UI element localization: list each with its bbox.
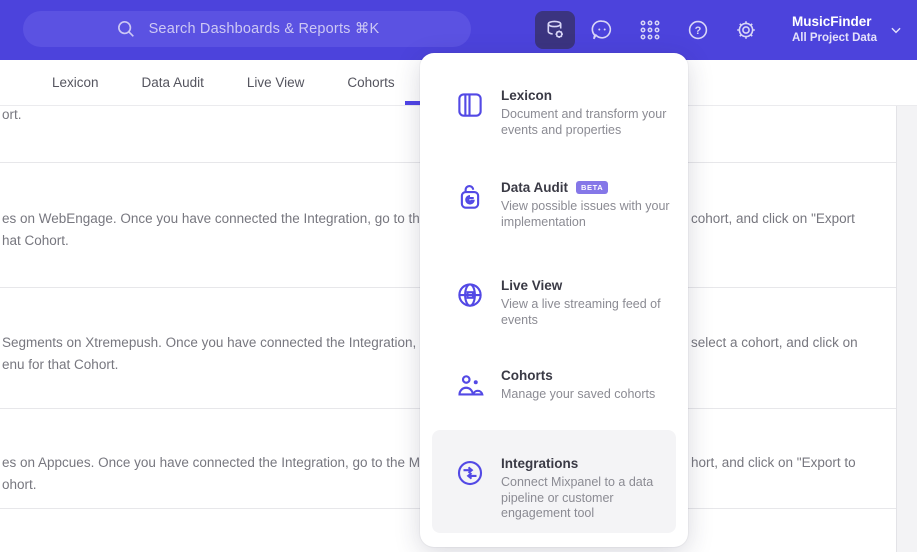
book-icon (455, 90, 485, 120)
nav-dropdown-menu: Lexicon Document and transform your even… (420, 53, 688, 547)
apps-grid-button[interactable] (630, 11, 670, 49)
beta-badge: BETA (576, 181, 609, 194)
tab-data-audit[interactable]: Data Audit (142, 75, 204, 90)
gear-icon (734, 18, 758, 42)
project-subtitle: All Project Data (792, 32, 877, 45)
background-text: Segments on Xtremepush. Once you have co… (2, 335, 417, 350)
menu-item-title: Integrations (501, 456, 579, 471)
tab-live-view[interactable]: Live View (247, 75, 305, 90)
menu-item-cohorts[interactable]: Cohorts Manage your saved cohorts (455, 368, 673, 403)
background-text: select a cohort, and click on (691, 335, 858, 350)
menu-item-title: Live View (501, 278, 563, 293)
menu-item-desc: Manage your saved cohorts (501, 387, 656, 401)
feedback-button[interactable] (582, 11, 622, 49)
globe-icon (455, 280, 485, 310)
menu-item-desc: Document and transform your events and p… (501, 107, 667, 137)
search-placeholder: Search Dashboards & Reports ⌘K (148, 21, 380, 37)
menu-item-title: Cohorts (501, 368, 553, 383)
users-icon (455, 370, 485, 400)
help-button[interactable]: ? (678, 11, 718, 49)
database-gear-icon (543, 18, 567, 42)
background-text: es on Appcues. Once you have connected t… (2, 455, 420, 470)
menu-item-integrations[interactable]: Integrations Connect Mixpanel to a data … (432, 430, 676, 533)
background-text: es on WebEngage. Once you have connected… (2, 211, 420, 226)
background-text: cohort, and click on "Export (691, 211, 855, 226)
search-input[interactable]: Search Dashboards & Reports ⌘K (23, 11, 471, 47)
menu-item-live-view[interactable]: Live View View a live streaming feed of … (455, 278, 673, 328)
tab-lexicon[interactable]: Lexicon (52, 75, 99, 90)
active-tab-underline (405, 101, 420, 105)
menu-item-data-audit[interactable]: Data Audit BETA View possible issues wit… (455, 180, 673, 230)
svg-text:?: ? (695, 25, 702, 37)
settings-button[interactable] (726, 11, 766, 49)
top-nav: Search Dashboards & Reports ⌘K ? MusicFi… (0, 0, 917, 60)
background-text: ort. (2, 107, 22, 122)
background-text: enu for that Cohort. (2, 357, 119, 372)
chevron-down-icon (889, 23, 903, 37)
menu-item-desc: Connect Mixpanel to a data pipeline or c… (501, 475, 654, 520)
question-mark-icon: ? (686, 18, 710, 42)
scrollbar-track[interactable] (896, 106, 917, 552)
grid-dots-icon (638, 18, 662, 42)
menu-item-desc: View possible issues with your implement… (501, 199, 670, 229)
project-name: MusicFinder (792, 14, 872, 30)
background-text: hort, and click on "Export to (691, 455, 856, 470)
sync-icon (455, 458, 485, 488)
chat-smiley-icon (590, 18, 614, 42)
data-management-button[interactable] (535, 11, 575, 49)
background-text: hat Cohort. (2, 233, 69, 248)
menu-item-title: Data Audit (501, 180, 568, 195)
menu-item-lexicon[interactable]: Lexicon Document and transform your even… (455, 88, 673, 138)
search-icon (115, 18, 137, 40)
menu-item-title: Lexicon (501, 88, 553, 103)
background-text: ohort. (2, 477, 37, 492)
project-selector[interactable]: MusicFinder All Project Data (782, 8, 909, 52)
tab-cohorts[interactable]: Cohorts (347, 75, 394, 90)
menu-item-desc: View a live streaming feed of events (501, 297, 661, 327)
lock-icon (455, 182, 485, 212)
